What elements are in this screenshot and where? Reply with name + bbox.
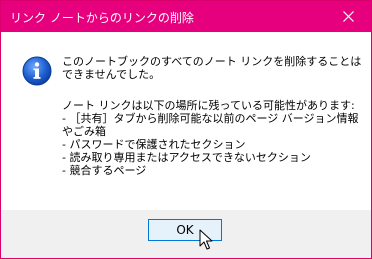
list-item: - パスワードで保護されたセクション: [62, 138, 246, 151]
window-title: リンク ノートからのリンクの削除: [10, 11, 194, 25]
list-item: - ［共有］タブから削除可能な以前のページ バージョン情報やごみ箱: [62, 112, 359, 138]
list-item: - 読み取り専用またはアクセスできないセクション: [62, 151, 311, 164]
information-icon: [22, 56, 52, 86]
close-button[interactable]: [326, 1, 371, 32]
details-list: ノート リンクは以下の場所に残っている可能性があります: - ［共有］タブから削…: [62, 99, 362, 177]
close-icon: [343, 11, 354, 22]
message-area: このノートブックのすべてのノート リンクを削除することはできませんでした。 ノー…: [1, 32, 371, 210]
list-item: - 競合するページ: [62, 164, 147, 177]
details-heading: ノート リンクは以下の場所に残っている可能性があります:: [62, 99, 355, 112]
title-bar[interactable]: リンク ノートからのリンクの削除: [1, 1, 371, 32]
primary-message: このノートブックのすべてのノート リンクを削除することはできませんでした。: [62, 55, 362, 81]
mouse-cursor-icon: [199, 229, 213, 250]
